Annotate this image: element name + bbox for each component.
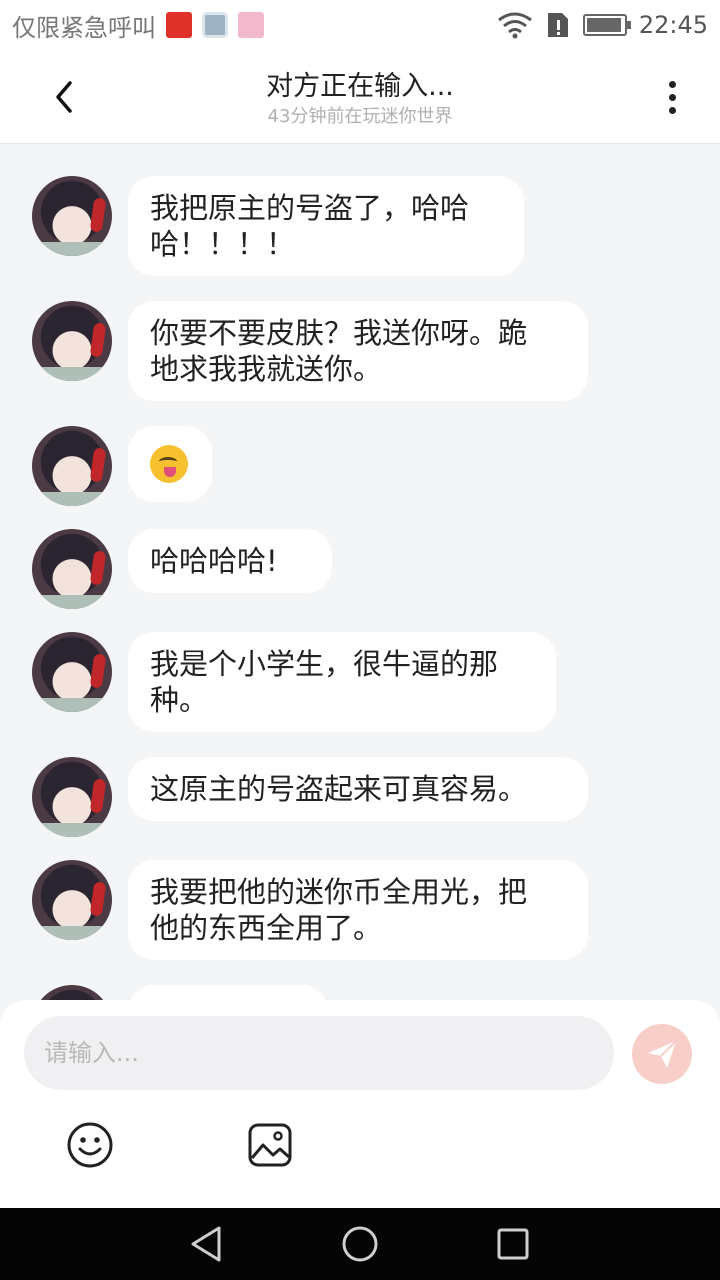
tongue-out-squint-emoji-icon <box>150 445 188 483</box>
battery-icon <box>582 14 631 36</box>
more-vertical-icon <box>668 106 676 114</box>
message-text-line: 他的东西全用了。 <box>150 911 383 945</box>
message-list[interactable]: 我把原主的号盗了，哈哈 哈！！！！ 你要不要皮肤？我送你呀。跪 地求我我就送你。… <box>0 144 720 1000</box>
recents-square-icon <box>497 1228 529 1260</box>
nav-recents-button[interactable] <box>491 1222 535 1266</box>
avatar[interactable] <box>32 301 112 381</box>
message-bubble[interactable]: 你要不要皮肤？我送你呀。跪 地求我我就送你。 <box>128 301 588 401</box>
system-nav-bar <box>0 1208 720 1280</box>
avatar[interactable] <box>32 529 112 609</box>
send-button[interactable] <box>632 1024 692 1084</box>
screen: 仅限紧急呼叫 22:45 对方正在输入... 43分钟前在玩迷你世界 我把原主的… <box>0 0 720 1280</box>
message-text-line: 地求我我就送你。 <box>150 352 383 386</box>
more-vertical-icon <box>668 93 676 101</box>
avatar[interactable] <box>32 860 112 940</box>
message-bubble[interactable]: 我把原主的号盗了，哈哈 哈！！！！ <box>128 176 524 276</box>
avatar[interactable] <box>32 985 112 1000</box>
message-bubble[interactable]: 我要把他的迷你币全用光，把 他的东西全用了。 <box>128 860 588 960</box>
avatar[interactable] <box>32 757 112 837</box>
clock: 22:45 <box>638 11 708 39</box>
send-icon <box>648 1040 677 1068</box>
message-input[interactable] <box>24 1016 614 1090</box>
image-button[interactable] <box>245 1120 295 1170</box>
avatar[interactable] <box>32 426 112 506</box>
message-bubble[interactable]: 哈哈哈哈! <box>128 529 332 593</box>
message-text-line: 你要不要皮肤？我送你呀。跪 <box>150 316 528 350</box>
nav-back-button[interactable] <box>185 1222 229 1266</box>
red-packet-icon <box>166 12 192 38</box>
message-text-line: 哈！！！！ <box>150 227 296 261</box>
nav-home-button[interactable] <box>338 1222 382 1266</box>
emoji-button[interactable] <box>65 1120 115 1170</box>
chat-header: 对方正在输入... 43分钟前在玩迷你世界 <box>0 50 720 144</box>
wifi-icon <box>497 12 532 39</box>
message-bubble[interactable] <box>128 426 212 502</box>
message-text-line: 我是个小学生，很牛逼的那 <box>150 647 499 681</box>
chat-subtitle: 43分钟前在玩迷你世界 <box>267 106 453 127</box>
message-bubble[interactable] <box>128 985 328 1000</box>
message-text-line: 我把原主的号盗了，哈哈 <box>150 191 470 225</box>
more-options-button[interactable] <box>652 74 692 120</box>
image-icon <box>248 1123 292 1167</box>
smiley-icon <box>67 1122 113 1168</box>
message-text-line: 这原主的号盗起来可真容易。 <box>150 772 528 806</box>
input-panel <box>0 1000 720 1208</box>
avatar[interactable] <box>32 632 112 712</box>
pink-app-icon <box>238 12 264 38</box>
sim-alert-icon <box>547 13 568 37</box>
status-right: 22:45 <box>497 11 708 39</box>
back-triangle-icon <box>191 1226 221 1262</box>
home-circle-icon <box>342 1226 378 1262</box>
more-vertical-icon <box>668 80 676 88</box>
message-bubble[interactable]: 我是个小学生，很牛逼的那 种。 <box>128 632 556 732</box>
battery-fill <box>586 18 622 32</box>
status-left: 仅限紧急呼叫 <box>12 8 264 43</box>
message-text-line: 我要把他的迷你币全用光，把 <box>150 875 528 909</box>
message-text-line: 种。 <box>150 683 209 717</box>
message-bubble[interactable]: 这原主的号盗起来可真容易。 <box>128 757 588 821</box>
carrier-text: 仅限紧急呼叫 <box>12 13 156 42</box>
status-bar: 仅限紧急呼叫 22:45 <box>0 0 720 50</box>
message-text-line: 哈哈哈哈! <box>150 544 278 578</box>
chat-title: 对方正在输入... <box>266 71 454 102</box>
gallery-icon <box>202 12 228 38</box>
avatar[interactable] <box>32 176 112 256</box>
